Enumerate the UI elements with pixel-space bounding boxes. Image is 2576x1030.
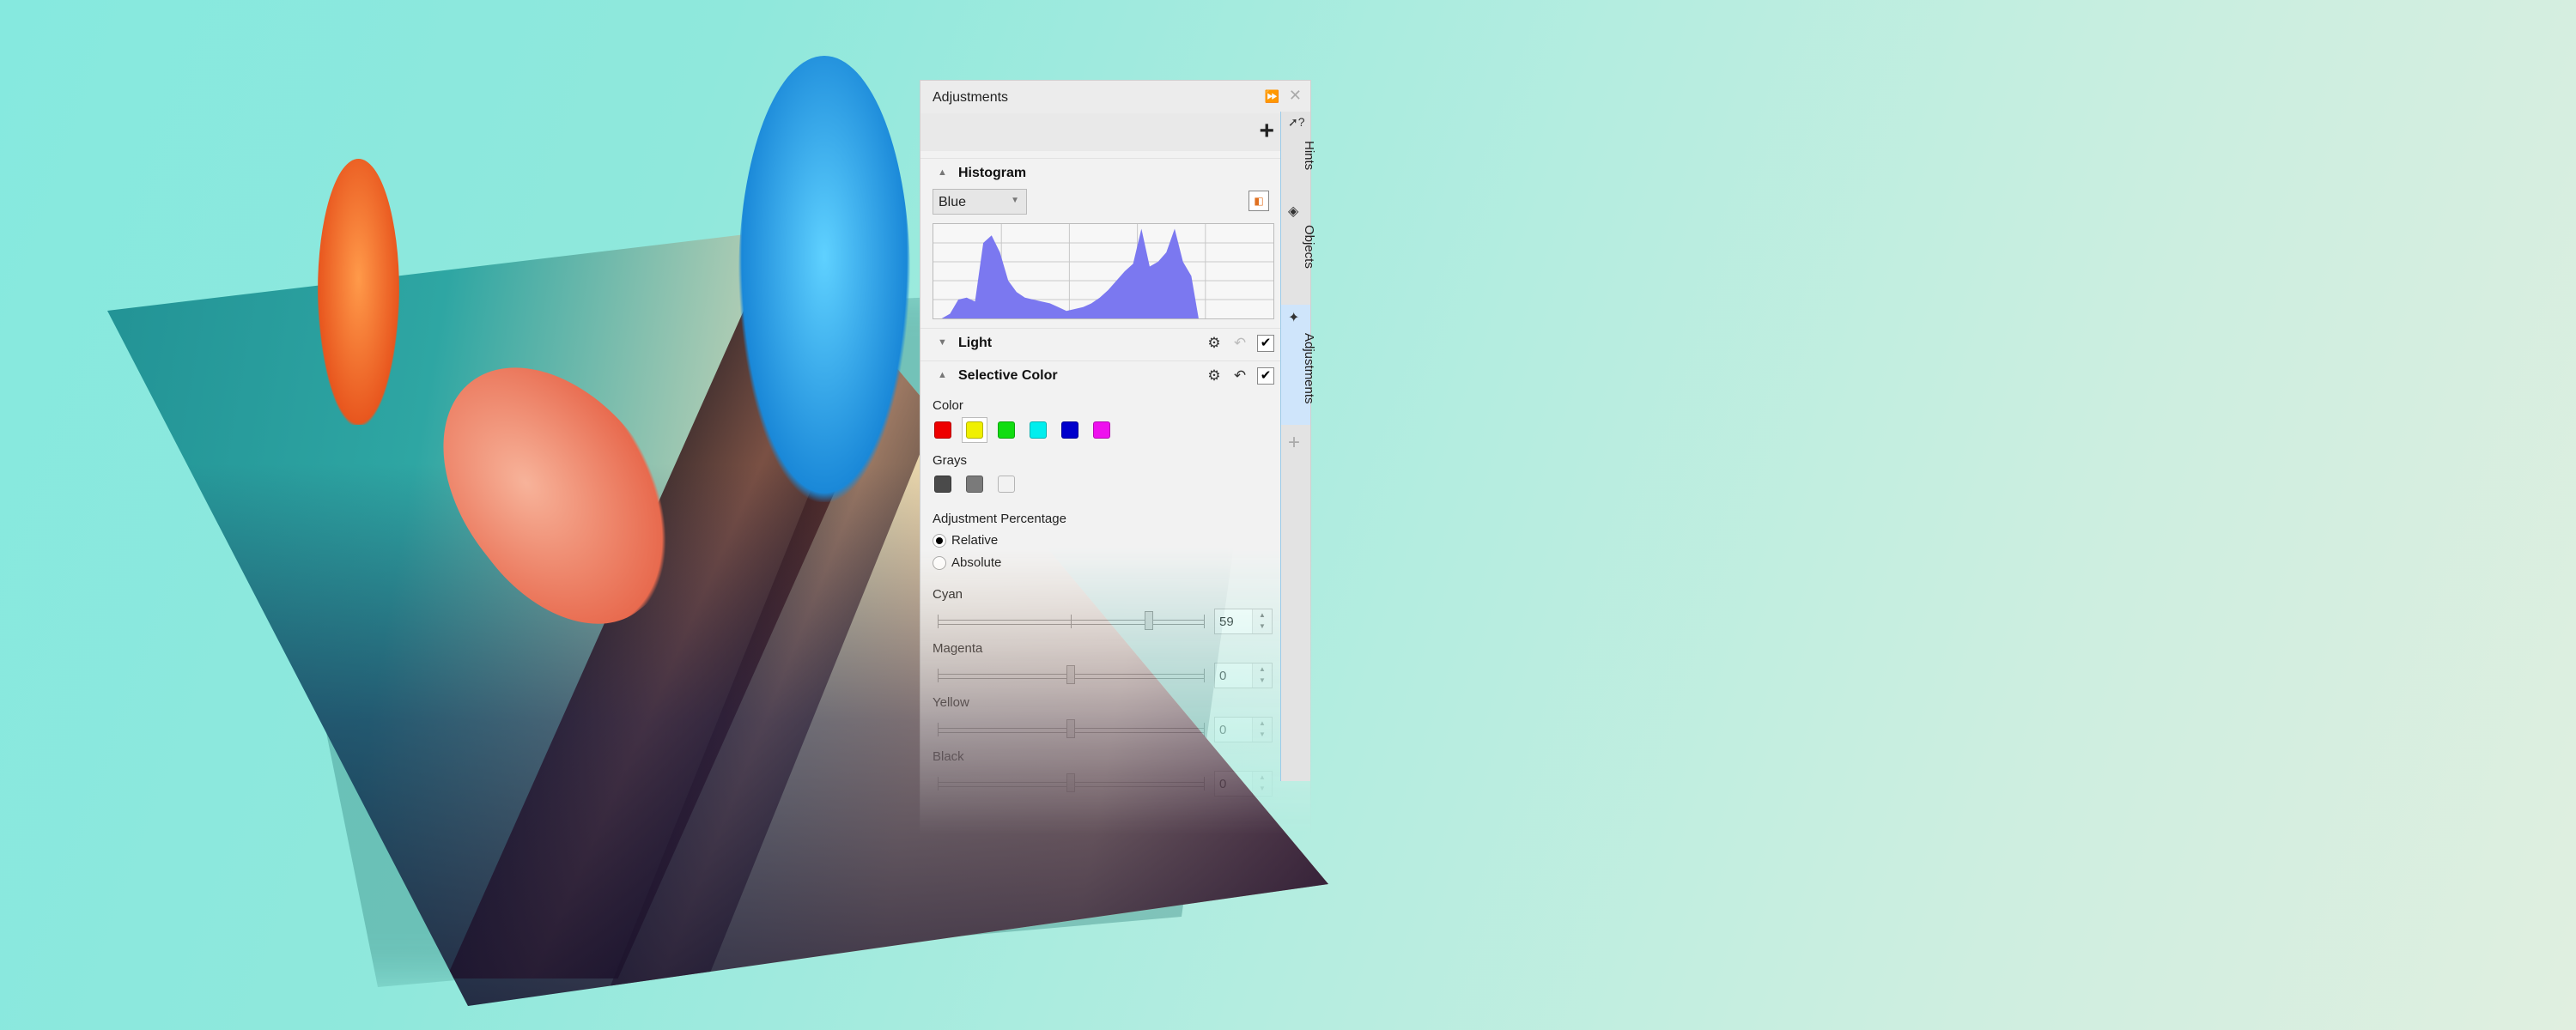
expand-icon[interactable]: ▼: [938, 337, 947, 348]
slider-tick: [1204, 777, 1205, 791]
slider-thumb[interactable]: [1066, 665, 1075, 684]
spin-black[interactable]: 0 ▲ ▼: [1214, 771, 1273, 797]
adjustments-panel: Adjustments ⏩ ✕ + ▲ Histogram Blue ▼ ◧ ▼…: [920, 80, 1311, 835]
spin-yellow[interactable]: 0 ▲ ▼: [1214, 717, 1273, 742]
slider-tick: [1071, 615, 1072, 628]
histogram-svg: [933, 224, 1273, 318]
color-swatch[interactable]: [966, 421, 983, 439]
light-enabled-checkbox[interactable]: ✔: [1257, 335, 1274, 352]
spin-arrows-icon[interactable]: ▲ ▼: [1252, 609, 1272, 633]
color-label: Color: [933, 398, 963, 413]
relative-radio[interactable]: [933, 534, 946, 548]
absolute-radio[interactable]: [933, 556, 946, 570]
color-swatch[interactable]: [934, 421, 951, 439]
color-swatch[interactable]: [1093, 421, 1110, 439]
float-panel-icon[interactable]: ⏩: [1265, 89, 1279, 104]
docker-tabs: ➚? Hints ◈ Objects ✦ Adjustments +: [1280, 112, 1316, 781]
reset-icon[interactable]: ↶: [1231, 335, 1249, 352]
tab-objects[interactable]: Objects: [1287, 225, 1316, 269]
slider-tick: [938, 669, 939, 682]
channel-select[interactable]: Blue ▼: [933, 189, 1027, 215]
reset-icon[interactable]: ↶: [1231, 367, 1249, 385]
gear-icon[interactable]: ⚙: [1206, 335, 1223, 352]
slider-black[interactable]: [938, 773, 1205, 792]
histogram-options-icon[interactable]: ◧: [1249, 191, 1269, 211]
gray-swatch[interactable]: [934, 476, 951, 493]
slider-label: Yellow: [933, 695, 969, 710]
spin-value[interactable]: 59: [1219, 615, 1234, 629]
slider-tick: [938, 777, 939, 791]
absolute-label[interactable]: Absolute: [951, 555, 1001, 570]
slider-thumb[interactable]: [1066, 719, 1075, 738]
slider-tick: [1204, 669, 1205, 682]
add-adjustment-button[interactable]: +: [1259, 117, 1274, 146]
gear-icon[interactable]: ⚙: [1206, 367, 1223, 385]
light-section-header[interactable]: ▼ Light ⚙ ↶ ✔: [920, 328, 1281, 360]
slider-cyan[interactable]: [938, 611, 1205, 630]
slider-tick: [1204, 615, 1205, 628]
light-title: Light: [958, 336, 993, 350]
slider-tick: [1204, 723, 1205, 736]
color-swatch[interactable]: [1061, 421, 1078, 439]
spin-value[interactable]: 0: [1219, 777, 1226, 791]
histogram-chart: [933, 223, 1274, 319]
gray-swatch[interactable]: [966, 476, 983, 493]
slider-label: Cyan: [933, 587, 963, 602]
chevron-down-icon: ▼: [1011, 196, 1019, 205]
add-tab-icon[interactable]: +: [1288, 431, 1300, 455]
panel-title: Adjustments: [933, 90, 1009, 105]
collapse-icon[interactable]: ▲: [938, 370, 947, 380]
spin-value[interactable]: 0: [1219, 669, 1226, 683]
relative-label[interactable]: Relative: [951, 533, 998, 548]
tab-adjustments[interactable]: Adjustments: [1287, 333, 1316, 404]
tab-hints[interactable]: Hints: [1287, 141, 1316, 170]
hints-icon: ➚?: [1288, 115, 1305, 129]
spin-arrows-icon[interactable]: ▲ ▼: [1252, 718, 1272, 742]
adjustments-icon: ✦: [1288, 311, 1300, 325]
panel-header: Adjustments ⏩ ✕: [920, 81, 1310, 114]
spin-magenta[interactable]: 0 ▲ ▼: [1214, 663, 1273, 688]
slider-tick: [938, 723, 939, 736]
selective-color-section-header[interactable]: ▲ Selective Color ⚙ ↶ ✔: [920, 360, 1281, 392]
spin-cyan[interactable]: 59 ▲ ▼: [1214, 609, 1273, 634]
spin-arrows-icon[interactable]: ▲ ▼: [1252, 772, 1272, 796]
blue-seahorse-image: [738, 56, 910, 502]
grays-label: Grays: [933, 453, 968, 468]
slider-label: Black: [933, 749, 964, 764]
color-swatch[interactable]: [1030, 421, 1047, 439]
slider-yellow[interactable]: [938, 719, 1205, 738]
adjustment-percentage-label: Adjustment Percentage: [933, 512, 1066, 526]
channel-value: Blue: [939, 195, 967, 209]
spin-arrows-icon[interactable]: ▲ ▼: [1252, 663, 1272, 688]
orange-seahorse-image: [318, 159, 399, 425]
slider-thumb[interactable]: [1145, 611, 1154, 630]
collapse-icon[interactable]: ▲: [938, 167, 947, 178]
selective-color-enabled-checkbox[interactable]: ✔: [1257, 367, 1274, 385]
slider-magenta[interactable]: [938, 665, 1205, 684]
histogram-area: [933, 228, 1199, 318]
histogram-section-header[interactable]: ▲ Histogram: [920, 158, 1281, 190]
spin-value[interactable]: 0: [1219, 723, 1226, 737]
slider-thumb[interactable]: [1066, 773, 1075, 792]
slider-tick: [938, 615, 939, 628]
panel-toolbar: +: [920, 113, 1281, 151]
color-swatch[interactable]: [998, 421, 1015, 439]
selective-color-title: Selective Color: [958, 368, 1058, 383]
slider-label: Magenta: [933, 641, 983, 656]
gray-swatch[interactable]: [998, 476, 1015, 493]
histogram-title: Histogram: [958, 166, 1027, 180]
close-icon[interactable]: ✕: [1289, 87, 1302, 105]
objects-icon: ◈: [1288, 204, 1299, 219]
